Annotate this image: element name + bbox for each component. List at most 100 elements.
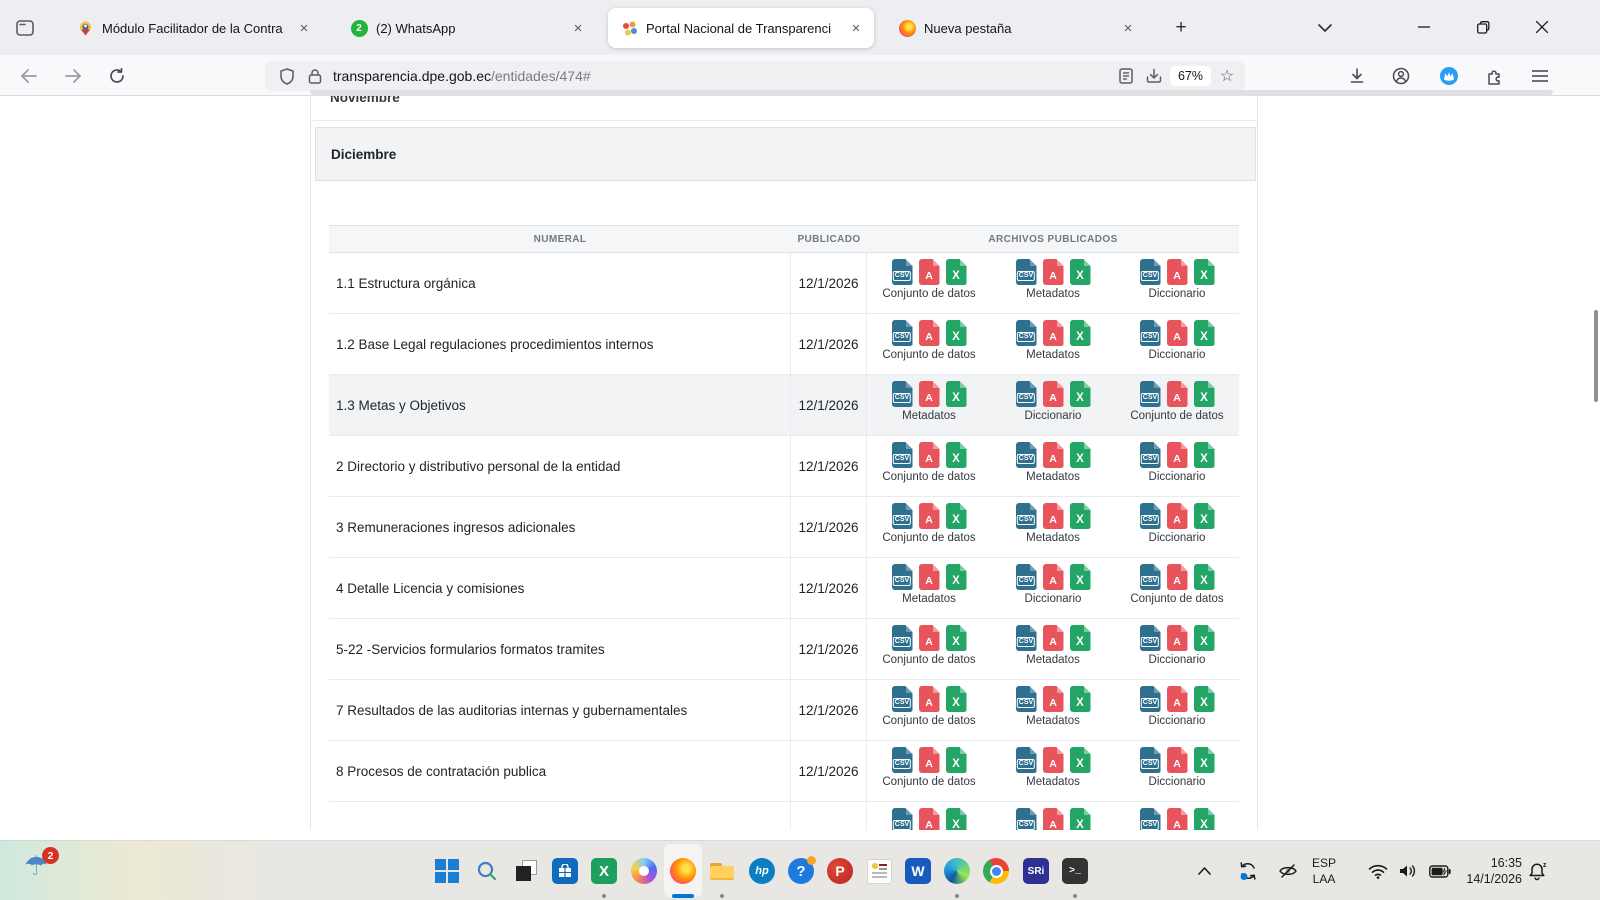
csv-file-icon[interactable]: CSV	[892, 503, 913, 529]
csv-file-icon[interactable]: CSV	[1016, 625, 1037, 651]
tab-nueva-pestana[interactable]: Nueva pestaña ×	[886, 8, 1146, 48]
weather-widget[interactable]: ☂ 2	[24, 851, 68, 891]
csv-file-icon[interactable]: CSV	[1140, 442, 1161, 468]
xls-file-icon[interactable]: X	[1194, 442, 1215, 468]
notification-bell-dnd-icon[interactable]: z	[1528, 861, 1550, 882]
firefox-button[interactable]	[669, 857, 697, 885]
tab-whatsapp[interactable]: 2 (2) WhatsApp ×	[338, 8, 596, 48]
csv-file-icon[interactable]: CSV	[1016, 686, 1037, 712]
xls-file-icon[interactable]: X	[946, 564, 967, 590]
pdf-file-icon[interactable]: A	[919, 503, 940, 529]
pdf-file-icon[interactable]: A	[919, 381, 940, 407]
xls-file-icon[interactable]: X	[1070, 320, 1091, 346]
pdf-file-icon[interactable]: A	[1043, 381, 1064, 407]
xls-file-icon[interactable]: X	[1194, 503, 1215, 529]
pdf-file-icon[interactable]: A	[1043, 808, 1064, 830]
url-bar[interactable]: transparencia.dpe.gob.ec/entidades/474# …	[265, 61, 1245, 91]
pdf-file-icon[interactable]: A	[919, 320, 940, 346]
privacy-eye-off-icon[interactable]	[1276, 861, 1300, 881]
xls-file-icon[interactable]: X	[946, 625, 967, 651]
csv-file-icon[interactable]: CSV	[892, 564, 913, 590]
restore-button[interactable]	[1463, 10, 1503, 44]
extensions-puzzle-icon[interactable]	[1479, 61, 1509, 91]
new-tab-button[interactable]: +	[1168, 15, 1194, 41]
csv-file-icon[interactable]: CSV	[892, 686, 913, 712]
search-button[interactable]	[473, 857, 501, 885]
tab-close-icon[interactable]: ×	[844, 16, 868, 40]
pdf-file-icon[interactable]: A	[1043, 564, 1064, 590]
pdf-file-icon[interactable]: A	[1167, 442, 1188, 468]
xls-file-icon[interactable]: X	[1194, 686, 1215, 712]
xls-file-icon[interactable]: X	[946, 381, 967, 407]
pdf-file-icon[interactable]: A	[1167, 808, 1188, 830]
terminal-button[interactable]: >_	[1061, 857, 1089, 885]
xls-file-icon[interactable]: X	[1194, 381, 1215, 407]
pdf-file-icon[interactable]: A	[1043, 686, 1064, 712]
csv-file-icon[interactable]: CSV	[892, 381, 913, 407]
csv-file-icon[interactable]: CSV	[1016, 808, 1037, 830]
xls-file-icon[interactable]: X	[946, 442, 967, 468]
edge-button[interactable]	[943, 857, 971, 885]
vertical-scrollbar-thumb[interactable]	[1594, 310, 1598, 402]
tab-close-icon[interactable]: ×	[1116, 16, 1140, 40]
csv-file-icon[interactable]: CSV	[1140, 747, 1161, 773]
bookmark-star-icon[interactable]: ☆	[1213, 62, 1241, 90]
pdf-file-icon[interactable]: A	[919, 625, 940, 651]
reader-mode-icon[interactable]	[1112, 62, 1140, 90]
csv-file-icon[interactable]: CSV	[1140, 503, 1161, 529]
hp-button[interactable]: hp	[748, 857, 776, 885]
task-view-button[interactable]	[512, 857, 540, 885]
pdf-file-icon[interactable]: A	[919, 564, 940, 590]
tab-modulo-facilitador[interactable]: Módulo Facilitador de la Contra ×	[64, 8, 322, 48]
sri-button[interactable]: SRi	[1022, 857, 1050, 885]
downloads-button[interactable]	[1342, 61, 1372, 91]
csv-file-icon[interactable]: CSV	[1016, 259, 1037, 285]
hidden-icons-chevron[interactable]	[1192, 861, 1216, 881]
csv-file-icon[interactable]: CSV	[892, 442, 913, 468]
pdf-file-icon[interactable]: A	[1167, 503, 1188, 529]
tab-close-icon[interactable]: ×	[566, 16, 590, 40]
tab-portal-transparencia-active[interactable]: Portal Nacional de Transparenci ×	[608, 8, 874, 48]
microsoft-store-button[interactable]	[551, 857, 579, 885]
pdf-file-icon[interactable]: A	[919, 442, 940, 468]
get-help-button[interactable]: ?	[787, 857, 815, 885]
csv-file-icon[interactable]: CSV	[1016, 320, 1037, 346]
battery-icon[interactable]	[1428, 861, 1452, 881]
xls-file-icon[interactable]: X	[1194, 564, 1215, 590]
menu-hamburger-icon[interactable]	[1525, 61, 1555, 91]
xls-file-icon[interactable]: X	[1194, 747, 1215, 773]
xls-file-icon[interactable]: X	[1070, 442, 1091, 468]
csv-file-icon[interactable]: CSV	[892, 747, 913, 773]
reload-button[interactable]	[102, 61, 132, 91]
csv-file-icon[interactable]: CSV	[1016, 503, 1037, 529]
pdf-file-icon[interactable]: A	[1043, 625, 1064, 651]
xls-file-icon[interactable]: X	[1070, 686, 1091, 712]
xls-file-icon[interactable]: X	[946, 747, 967, 773]
xls-file-icon[interactable]: X	[946, 259, 967, 285]
pdf-file-icon[interactable]: A	[1043, 503, 1064, 529]
xls-file-icon[interactable]: X	[1194, 625, 1215, 651]
volume-icon[interactable]	[1396, 861, 1420, 881]
copilot-button[interactable]	[630, 857, 658, 885]
excel-button[interactable]: X	[590, 857, 618, 885]
ecuador-app-button[interactable]	[865, 857, 893, 885]
lock-icon[interactable]	[301, 62, 329, 90]
accordion-header-noviembre[interactable]: Noviembre	[311, 96, 1257, 121]
csv-file-icon[interactable]: CSV	[892, 320, 913, 346]
back-button[interactable]	[14, 61, 44, 91]
xls-file-icon[interactable]: X	[1194, 320, 1215, 346]
pdf-file-icon[interactable]: A	[1167, 625, 1188, 651]
onedrive-sync-icon[interactable]	[1236, 861, 1260, 881]
wifi-icon[interactable]	[1366, 861, 1390, 881]
csv-file-icon[interactable]: CSV	[1140, 381, 1161, 407]
save-page-icon[interactable]	[1140, 62, 1168, 90]
account-button[interactable]	[1386, 61, 1416, 91]
csv-file-icon[interactable]: CSV	[892, 808, 913, 830]
xls-file-icon[interactable]: X	[946, 808, 967, 830]
xls-file-icon[interactable]: X	[1070, 808, 1091, 830]
csv-file-icon[interactable]: CSV	[1140, 259, 1161, 285]
xls-file-icon[interactable]: X	[1070, 503, 1091, 529]
pdf-file-icon[interactable]: A	[1167, 259, 1188, 285]
csv-file-icon[interactable]: CSV	[1140, 808, 1161, 830]
tab-close-icon[interactable]: ×	[292, 16, 316, 40]
